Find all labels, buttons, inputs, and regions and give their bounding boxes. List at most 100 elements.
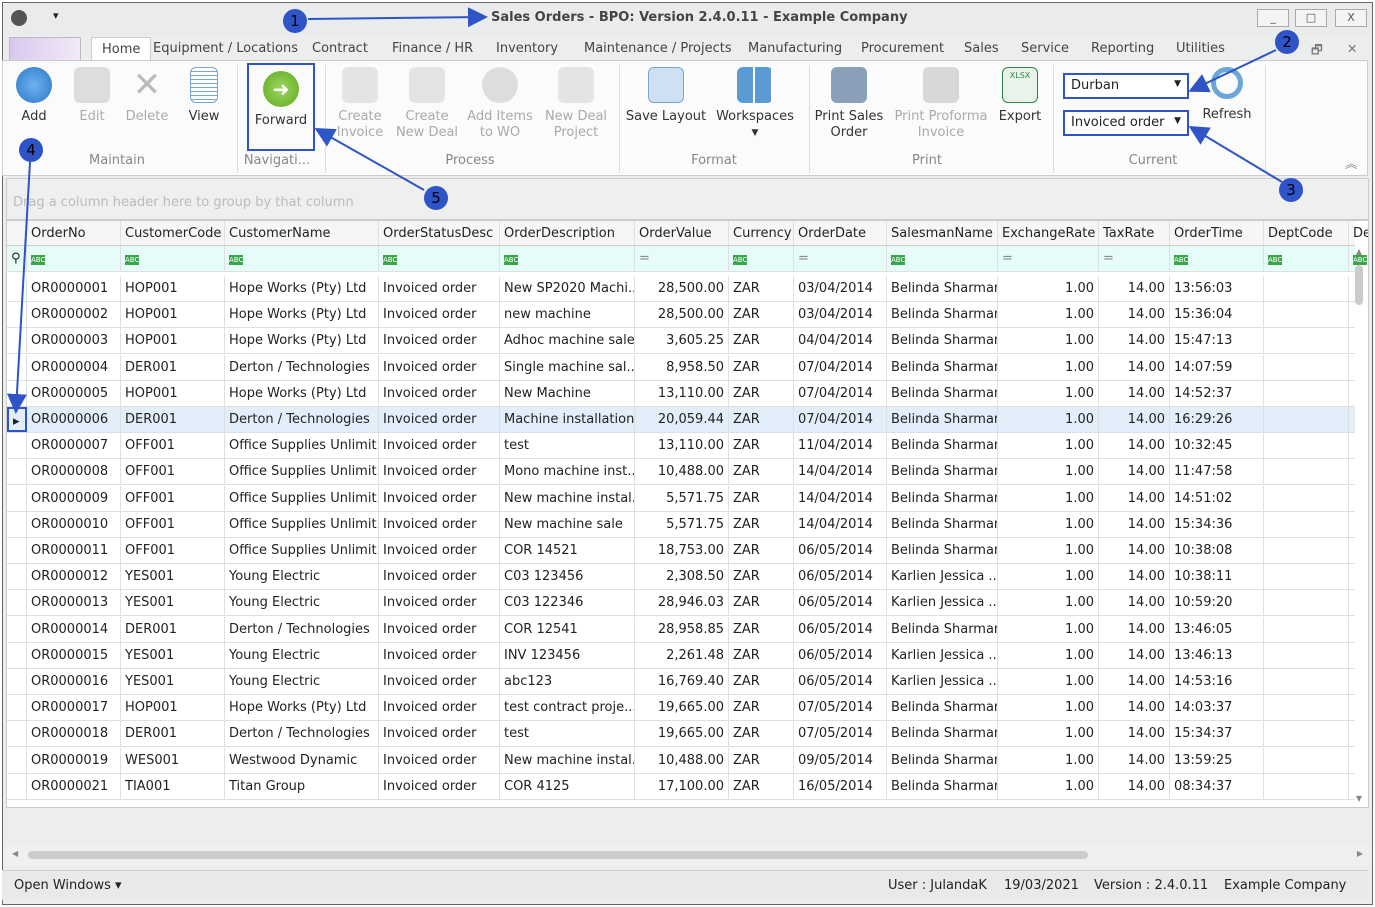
- cell-currency[interactable]: ZAR: [729, 407, 794, 432]
- cell-exchangerate[interactable]: 1.00: [998, 459, 1099, 485]
- current-row-indicator-icon[interactable]: ▸: [7, 407, 27, 432]
- cell-orderstatusdesc[interactable]: Invoiced order: [379, 511, 500, 537]
- row-indicator[interactable]: [7, 380, 27, 406]
- cell-deptcode[interactable]: [1264, 354, 1349, 380]
- cell-deptcode[interactable]: [1264, 773, 1349, 799]
- cell-exchangerate[interactable]: 1.00: [998, 695, 1099, 721]
- minimize-button[interactable]: _: [1257, 9, 1289, 27]
- table-row[interactable]: OR0000014 DER001 Derton / Technologies Invo…: [7, 616, 1355, 643]
- cell-exchangerate[interactable]: 1.00: [998, 354, 1099, 380]
- cell-orderno[interactable]: OR0000011: [27, 538, 121, 563]
- cell-ordervalue[interactable]: 13,110.00: [635, 380, 729, 406]
- column-header-currency[interactable]: Currency: [729, 221, 794, 245]
- cell-orderdate[interactable]: 07/04/2014: [794, 407, 887, 432]
- cell-orderdescription[interactable]: COR 12541: [500, 616, 635, 642]
- cell-orderno[interactable]: OR0000007: [27, 433, 121, 459]
- cell-ordervalue[interactable]: 28,958.85: [635, 616, 729, 642]
- cell-orderstatusdesc[interactable]: Invoiced order: [379, 380, 500, 406]
- cell-orderno[interactable]: OR0000008: [27, 459, 121, 485]
- cell-orderstatusdesc[interactable]: Invoiced order: [379, 564, 500, 590]
- row-indicator[interactable]: [7, 721, 27, 747]
- cell-salesmanname[interactable]: Belinda Sharman: [887, 721, 998, 747]
- cell-exchangerate[interactable]: 1.00: [998, 616, 1099, 642]
- cell-customercode[interactable]: YES001: [121, 669, 225, 694]
- group-by-panel[interactable]: Drag a column header here to group by th…: [6, 178, 1369, 220]
- column-header-customercode[interactable]: CustomerCode: [121, 221, 225, 245]
- table-row[interactable]: OR0000018 DER001 Derton / Technologies Invo…: [7, 721, 1355, 748]
- cell-salesmanname[interactable]: Belinda Sharman: [887, 773, 998, 799]
- cell-orderdescription[interactable]: test contract proje...: [500, 695, 635, 721]
- cell-customercode[interactable]: HOP001: [121, 328, 225, 354]
- cell-orderdescription[interactable]: C03 122346: [500, 590, 635, 616]
- close-doc-icon[interactable]: ✕: [1347, 41, 1357, 56]
- cell-orderdate[interactable]: 03/04/2014: [794, 276, 887, 301]
- cell-orderstatusdesc[interactable]: Invoiced order: [379, 616, 500, 642]
- cell-deptcode[interactable]: [1264, 433, 1349, 459]
- column-header-exchangerate[interactable]: ExchangeRate: [998, 221, 1099, 245]
- cell-orderdate[interactable]: 06/05/2014: [794, 590, 887, 616]
- row-indicator[interactable]: [7, 747, 27, 773]
- cell-orderstatusdesc[interactable]: Invoiced order: [379, 590, 500, 616]
- cell-currency[interactable]: ZAR: [729, 328, 794, 354]
- table-row[interactable]: OR0000001 HOP001 Hope Works (Pty) Ltd Invoi…: [7, 276, 1355, 302]
- cell-customercode[interactable]: TIA001: [121, 773, 225, 799]
- cell-customercode[interactable]: DER001: [121, 407, 225, 432]
- cell-ordertime[interactable]: 10:38:11: [1170, 564, 1264, 590]
- cell-orderstatusdesc[interactable]: Invoiced order: [379, 773, 500, 799]
- cell-ordertime[interactable]: 14:07:59: [1170, 354, 1264, 380]
- cell-orderstatusdesc[interactable]: Invoiced order: [379, 354, 500, 380]
- cell-salesmanname[interactable]: Belinda Sharman: [887, 459, 998, 485]
- column-header-deptcode[interactable]: DeptCode: [1264, 221, 1349, 245]
- close-button[interactable]: X: [1335, 9, 1367, 27]
- cell-orderno[interactable]: OR0000001: [27, 276, 121, 301]
- cell-orderstatusdesc[interactable]: Invoiced order: [379, 302, 500, 328]
- cell-ordervalue[interactable]: 28,500.00: [635, 302, 729, 328]
- cell-orderstatusdesc[interactable]: Invoiced order: [379, 669, 500, 694]
- cell-exchangerate[interactable]: 1.00: [998, 747, 1099, 773]
- cell-ordervalue[interactable]: 18,753.00: [635, 538, 729, 563]
- cell-customername[interactable]: Office Supplies Unlimit...: [225, 459, 379, 485]
- cell-orderdescription[interactable]: Machine installation: [500, 407, 635, 432]
- column-header-ordervalue[interactable]: OrderValue: [635, 221, 729, 245]
- cell-taxrate[interactable]: 14.00: [1099, 302, 1170, 328]
- cell-customercode[interactable]: HOP001: [121, 302, 225, 328]
- row-indicator[interactable]: [7, 616, 27, 642]
- cell-orderdescription[interactable]: C03 123456: [500, 564, 635, 590]
- cell-customername[interactable]: Hope Works (Pty) Ltd: [225, 328, 379, 354]
- cell-orderno[interactable]: OR0000016: [27, 669, 121, 694]
- cell-exchangerate[interactable]: 1.00: [998, 485, 1099, 511]
- forward-button[interactable]: ➜ Forward: [247, 63, 315, 151]
- cell-orderno[interactable]: OR0000004: [27, 354, 121, 380]
- cell-customercode[interactable]: HOP001: [121, 380, 225, 406]
- cell-currency[interactable]: ZAR: [729, 354, 794, 380]
- column-header-orderdescription[interactable]: OrderDescription: [500, 221, 635, 245]
- cell-orderdescription[interactable]: New SP2020 Machi...: [500, 276, 635, 301]
- cell-taxrate[interactable]: 14.00: [1099, 564, 1170, 590]
- cell-exchangerate[interactable]: 1.00: [998, 669, 1099, 694]
- cell-ordervalue[interactable]: 5,571.75: [635, 485, 729, 511]
- cell-customercode[interactable]: DER001: [121, 721, 225, 747]
- cell-customername[interactable]: Derton / Technologies: [225, 616, 379, 642]
- cell-orderdate[interactable]: 14/04/2014: [794, 511, 887, 537]
- cell-customername[interactable]: Titan Group: [225, 773, 379, 799]
- cell-deptcode[interactable]: [1264, 485, 1349, 511]
- cell-orderstatusdesc[interactable]: Invoiced order: [379, 433, 500, 459]
- filter-cell[interactable]: =: [794, 246, 887, 271]
- cell-ordervalue[interactable]: 2,308.50: [635, 564, 729, 590]
- cell-ordervalue[interactable]: 16,769.40: [635, 669, 729, 694]
- cell-exchangerate[interactable]: 1.00: [998, 433, 1099, 459]
- cell-customercode[interactable]: OFF001: [121, 459, 225, 485]
- cell-orderdescription[interactable]: Adhoc machine sale: [500, 328, 635, 354]
- cell-salesmanname[interactable]: Belinda Sharman: [887, 302, 998, 328]
- cell-taxrate[interactable]: 14.00: [1099, 669, 1170, 694]
- table-row[interactable]: OR0000015 YES001 Young Electric Invoiced or…: [7, 642, 1355, 669]
- row-indicator[interactable]: [7, 276, 27, 301]
- cell-currency[interactable]: ZAR: [729, 590, 794, 616]
- cell-ordertime[interactable]: 13:46:05: [1170, 616, 1264, 642]
- cell-orderstatusdesc[interactable]: Invoiced order: [379, 642, 500, 668]
- cell-ordervalue[interactable]: 19,665.00: [635, 721, 729, 747]
- cell-ordertime[interactable]: 14:51:02: [1170, 485, 1264, 511]
- cell-customercode[interactable]: OFF001: [121, 511, 225, 537]
- column-header-taxrate[interactable]: TaxRate: [1099, 221, 1170, 245]
- cell-salesmanname[interactable]: Belinda Sharman: [887, 538, 998, 563]
